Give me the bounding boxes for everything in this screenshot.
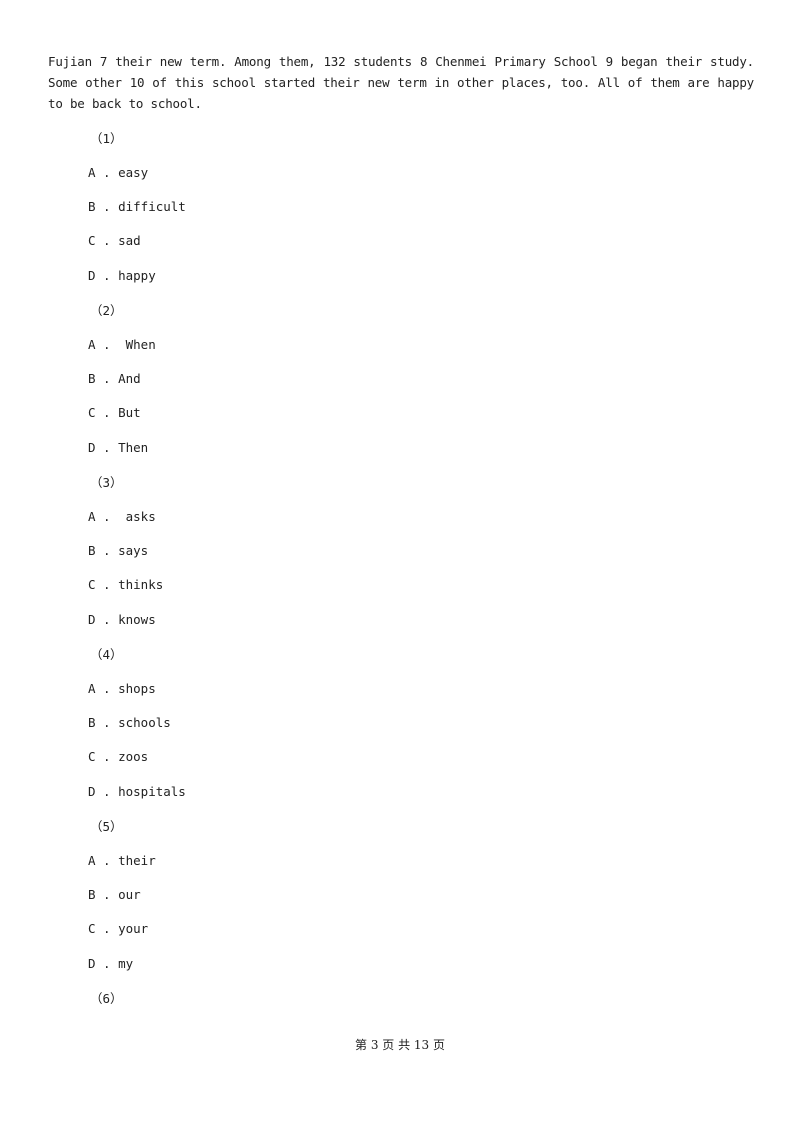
option: D . happy [88, 268, 156, 283]
option: C . your [88, 921, 149, 936]
option: C . sad [88, 233, 141, 248]
question-label: （6） [90, 991, 123, 1006]
option: D . knows [88, 612, 156, 627]
question-label: （1） [90, 131, 123, 146]
passage-text: Fujian 7 their new term. Among them, 132… [48, 54, 754, 111]
option: C . zoos [88, 749, 149, 764]
option: D . Then [88, 440, 149, 455]
option: B . difficult [88, 199, 186, 214]
question-label: （2） [90, 303, 123, 318]
option: A . asks [88, 509, 156, 524]
option: B . says [88, 543, 149, 558]
option: C . thinks [88, 577, 164, 592]
option: B . schools [88, 715, 171, 730]
option: A . When [88, 337, 156, 352]
option: A . their [88, 853, 156, 868]
question-label: （5） [90, 819, 123, 834]
question-label: （3） [90, 475, 123, 490]
option: D . my [88, 956, 134, 971]
option: C . But [88, 405, 141, 420]
page-footer: 第 3 页 共 13 页 [355, 1038, 445, 1052]
question-label: （4） [90, 647, 123, 662]
option: A . easy [88, 165, 149, 180]
option: B . our [88, 887, 141, 902]
option: A . shops [88, 681, 156, 696]
option: D . hospitals [88, 784, 186, 799]
option: B . And [88, 371, 141, 386]
